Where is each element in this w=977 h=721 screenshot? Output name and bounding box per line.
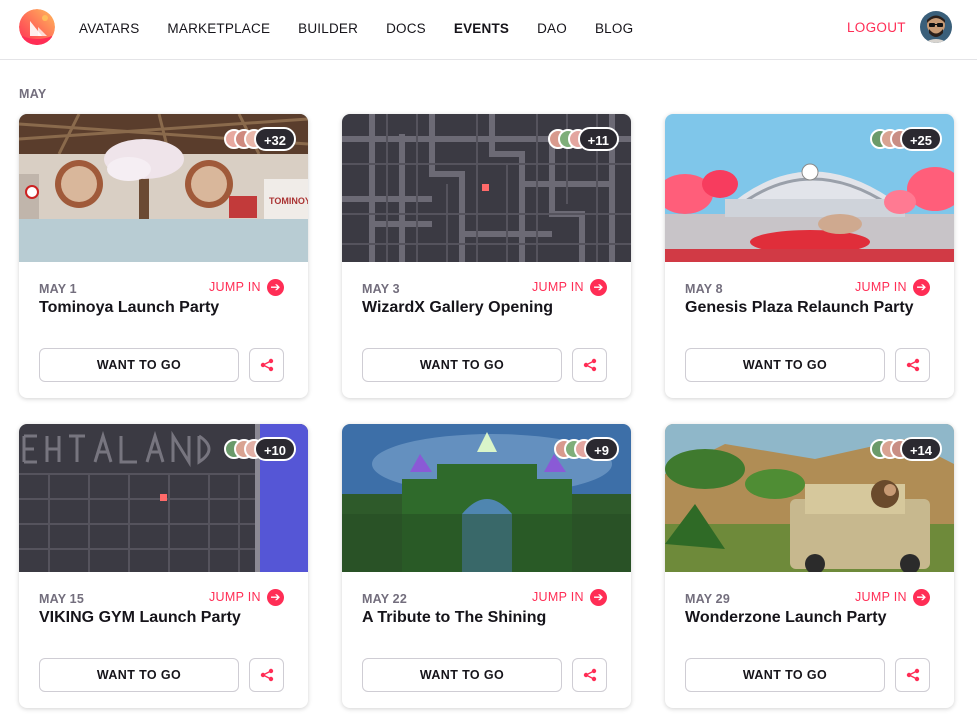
arrow-right-icon: ➔ (912, 278, 930, 296)
jump-in-link[interactable]: JUMP IN ➔ (855, 278, 930, 296)
jump-in-link[interactable]: JUMP IN ➔ (855, 588, 930, 606)
event-title: A Tribute to The Shining (362, 609, 547, 626)
user-avatar[interactable] (920, 11, 952, 43)
attendees-indicator: +11 (547, 127, 619, 151)
arrow-right-icon: ➔ (266, 278, 284, 296)
share-button[interactable] (249, 348, 284, 382)
arrow-right-icon: ➔ (589, 588, 607, 606)
share-icon (906, 668, 919, 682)
nav-avatars[interactable]: AVATARS (79, 21, 139, 36)
jump-in-label: JUMP IN (209, 590, 261, 604)
decentraland-logo-icon[interactable] (19, 9, 55, 45)
event-title: Wonderzone Launch Party (685, 609, 887, 626)
want-to-go-button[interactable]: WANT TO GO (39, 348, 239, 382)
event-card[interactable]: +11 MAY 3 JUMP IN ➔ WizardX Gallery Open… (342, 114, 631, 398)
arrow-right-icon: ➔ (589, 278, 607, 296)
attendee-count: +14 (899, 437, 942, 461)
event-card[interactable]: +25 MAY 8 JUMP IN ➔ Genesis Plaza Relaun… (665, 114, 954, 398)
event-date: MAY 22 (362, 592, 407, 606)
want-to-go-button[interactable]: WANT TO GO (362, 348, 562, 382)
jump-in-link[interactable]: JUMP IN ➔ (532, 588, 607, 606)
share-button[interactable] (895, 658, 930, 692)
event-card[interactable]: +9 MAY 22 JUMP IN ➔ A Tribute to The Shi… (342, 424, 631, 708)
share-icon (583, 358, 596, 372)
jump-in-label: JUMP IN (855, 590, 907, 604)
event-card[interactable]: TOMINOY +32 MAY 1 JUMP IN ➔ Tominoya Lau… (19, 114, 308, 398)
month-heading: MAY (19, 87, 47, 101)
attendee-count: +11 (577, 127, 619, 151)
attendee-count: +9 (584, 437, 619, 461)
share-icon (260, 668, 273, 682)
share-button[interactable] (572, 658, 607, 692)
event-card[interactable]: +14 MAY 29 JUMP IN ➔ Wonderzone Launch P… (665, 424, 954, 708)
attendees-indicator: +32 (223, 127, 296, 151)
share-button[interactable] (572, 348, 607, 382)
share-icon (260, 358, 273, 372)
event-date: MAY 8 (685, 282, 723, 296)
event-date: MAY 15 (39, 592, 84, 606)
want-to-go-button[interactable]: WANT TO GO (39, 658, 239, 692)
attendee-count: +10 (253, 437, 296, 461)
event-title: Genesis Plaza Relaunch Party (685, 299, 914, 316)
jump-in-label: JUMP IN (532, 590, 584, 604)
jump-in-label: JUMP IN (532, 280, 584, 294)
attendees-indicator: +9 (554, 437, 619, 461)
event-date: MAY 1 (39, 282, 77, 296)
top-navbar: AVATARS MARKETPLACE BUILDER DOCS EVENTS … (0, 0, 977, 60)
nav-dao[interactable]: DAO (537, 21, 567, 36)
arrow-right-icon: ➔ (266, 588, 284, 606)
jump-in-link[interactable]: JUMP IN ➔ (209, 588, 284, 606)
share-button[interactable] (249, 658, 284, 692)
attendees-indicator: +10 (223, 437, 296, 461)
logout-link[interactable]: LOGOUT (847, 20, 906, 35)
attendees-indicator: +14 (869, 437, 942, 461)
arrow-right-icon: ➔ (912, 588, 930, 606)
attendee-count: +32 (253, 127, 296, 151)
attendees-indicator: +25 (869, 127, 942, 151)
event-date: MAY 3 (362, 282, 400, 296)
want-to-go-button[interactable]: WANT TO GO (685, 348, 885, 382)
jump-in-link[interactable]: JUMP IN ➔ (209, 278, 284, 296)
want-to-go-button[interactable]: WANT TO GO (362, 658, 562, 692)
main-navigation: AVATARS MARKETPLACE BUILDER DOCS EVENTS … (79, 0, 661, 56)
nav-events[interactable]: EVENTS (454, 21, 509, 36)
svg-text:TOMINOY: TOMINOY (269, 196, 308, 206)
jump-in-label: JUMP IN (855, 280, 907, 294)
jump-in-link[interactable]: JUMP IN ➔ (532, 278, 607, 296)
nav-blog[interactable]: BLOG (595, 21, 633, 36)
attendee-count: +25 (899, 127, 942, 151)
jump-in-label: JUMP IN (209, 280, 261, 294)
nav-marketplace[interactable]: MARKETPLACE (167, 21, 270, 36)
event-title: WizardX Gallery Opening (362, 299, 554, 316)
event-card[interactable]: +10 MAY 15 JUMP IN ➔ VIKING GYM Launch P… (19, 424, 308, 708)
share-icon (583, 668, 596, 682)
share-button[interactable] (895, 348, 930, 382)
nav-docs[interactable]: DOCS (386, 21, 426, 36)
want-to-go-button[interactable]: WANT TO GO (685, 658, 885, 692)
event-title: Tominoya Launch Party (39, 299, 220, 316)
event-date: MAY 29 (685, 592, 730, 606)
share-icon (906, 358, 919, 372)
event-title: VIKING GYM Launch Party (39, 609, 241, 626)
nav-builder[interactable]: BUILDER (298, 21, 358, 36)
